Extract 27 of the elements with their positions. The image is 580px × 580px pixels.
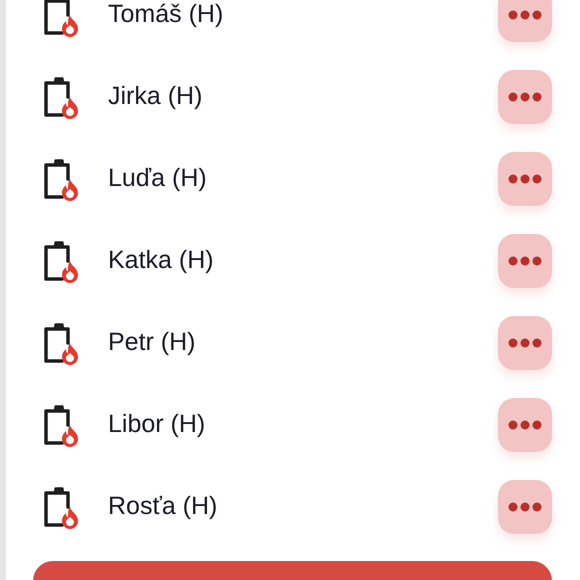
more-button[interactable]: [498, 152, 552, 206]
more-button[interactable]: [498, 398, 552, 452]
more-icon: [508, 92, 542, 102]
more-icon: [508, 256, 542, 266]
more-button[interactable]: [498, 316, 552, 370]
more-icon: [508, 338, 542, 348]
clipboard-flame-icon: [42, 157, 80, 201]
clipboard-flame-icon: [42, 321, 80, 365]
person-name: Libor (H): [108, 409, 206, 440]
more-button[interactable]: [498, 480, 552, 534]
more-icon: [508, 174, 542, 184]
more-icon: [508, 502, 542, 512]
clipboard-flame-icon: [42, 75, 80, 119]
clipboard-flame-icon: [42, 239, 80, 283]
more-icon: [508, 10, 542, 20]
person-name: Luďa (H): [108, 163, 208, 194]
clipboard-flame-icon: [42, 403, 80, 447]
person-name: Petr (H): [108, 327, 196, 358]
more-button[interactable]: [498, 70, 552, 124]
person-name: Jirka (H): [108, 81, 204, 112]
person-name: Rosťa (H): [108, 491, 218, 522]
more-button[interactable]: [498, 0, 552, 42]
person-name: Katka (H): [108, 245, 215, 276]
more-button[interactable]: [498, 234, 552, 288]
more-icon: [508, 420, 542, 430]
person-name: Tomáš (H): [108, 0, 224, 30]
clipboard-flame-icon: [42, 485, 80, 529]
